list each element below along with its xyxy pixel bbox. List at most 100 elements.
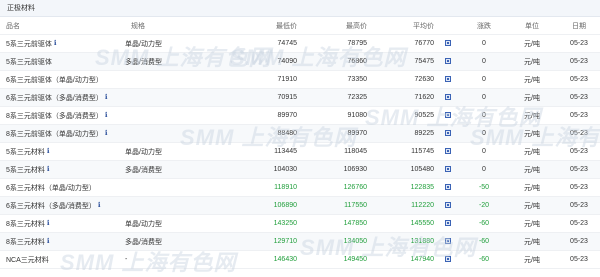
product-name-cell: 6系三元前驱体（单晶/动力型） [0, 70, 125, 89]
table-row: 6系三元材料（多晶/消费型） ℹ 106890 117550 112220 -20 元/吨 0… [0, 196, 600, 215]
chart-icon[interactable] [445, 58, 451, 65]
chart-icon[interactable] [445, 166, 451, 173]
avg-price-cell: 72630 [367, 70, 434, 89]
info-icon[interactable]: ℹ [105, 130, 110, 137]
avg-price-cell: 71620 [367, 88, 434, 107]
chart-icon[interactable] [445, 40, 451, 47]
table-row: 5系三元材料 ℹ 单晶/动力型 113445 118045 115745 0 元/吨 05-23 [0, 142, 600, 161]
info-icon[interactable]: ℹ [47, 148, 52, 155]
chart-icon[interactable] [445, 148, 451, 155]
date-cell: 05-23 [558, 88, 600, 107]
header-avg: 平均价 [367, 17, 434, 35]
low-price-cell: 143250 [235, 214, 297, 233]
chart-icon[interactable] [445, 94, 451, 101]
chart-icon[interactable] [445, 130, 451, 137]
low-price-cell: 113445 [235, 142, 297, 161]
low-price-cell: 88480 [235, 124, 297, 143]
chart-cell [434, 52, 462, 71]
table-row: 6系三元前驱体（单晶/动力型） 71910 73350 72630 0 元/吨 05-23 [0, 70, 600, 89]
high-price-cell: 89970 [297, 124, 367, 143]
section-title: 正极材料 [0, 0, 600, 17]
date-cell: 05-23 [558, 214, 600, 233]
info-icon[interactable]: ℹ [47, 220, 52, 227]
avg-price-cell: 122835 [367, 178, 434, 197]
chart-cell [434, 196, 462, 215]
chart-icon[interactable] [445, 220, 451, 227]
chart-icon[interactable] [445, 256, 451, 263]
avg-price-cell: 75475 [367, 52, 434, 71]
header-spec: 规格 [125, 17, 235, 35]
chart-icon[interactable] [445, 184, 451, 191]
spec-cell: 单晶/动力型 [125, 142, 235, 161]
header-high: 最高价 [297, 17, 367, 35]
header-low: 最低价 [235, 17, 297, 35]
date-cell: 05-23 [558, 106, 600, 125]
date-cell: 05-23 [558, 250, 600, 269]
info-icon[interactable]: ℹ [54, 40, 59, 47]
chart-cell [434, 214, 462, 233]
change-cell: -60 [462, 214, 506, 233]
spec-cell: 单晶/动力型 [125, 214, 235, 233]
low-price-cell: 89970 [235, 106, 297, 125]
change-cell: 0 [462, 160, 506, 179]
chart-cell [434, 34, 462, 53]
avg-price-cell: 131880 [367, 232, 434, 251]
change-cell: 0 [462, 34, 506, 53]
avg-price-cell: 89225 [367, 124, 434, 143]
table-row: 5系三元前驱体 多晶/消费型 74090 76860 75475 0 元/吨 05-23 [0, 52, 600, 71]
product-name-cell: NCA三元材料 [0, 250, 125, 269]
product-name: 8系三元材料 [6, 238, 45, 246]
change-cell: 0 [462, 88, 506, 107]
chart-icon[interactable] [445, 202, 451, 209]
chart-cell [434, 106, 462, 125]
info-icon[interactable]: ℹ [47, 238, 52, 245]
low-price-cell: 146430 [235, 250, 297, 269]
chart-icon[interactable] [445, 238, 451, 245]
info-icon[interactable]: ℹ [105, 94, 110, 101]
product-name: 6系三元材料（多晶/消费型） [6, 202, 96, 210]
product-name: 8系三元前驱体（单晶/动力型） [6, 130, 103, 138]
low-price-cell: 71910 [235, 70, 297, 89]
header-unit: 单位 [506, 17, 558, 35]
high-price-cell: 117550 [297, 196, 367, 215]
date-cell: 05-23 [558, 232, 600, 251]
unit-cell: 元/吨 [506, 160, 558, 179]
change-cell: -20 [462, 196, 506, 215]
product-name: NCA三元材料 [6, 256, 49, 264]
chart-cell [434, 232, 462, 251]
unit-cell: 元/吨 [506, 196, 558, 215]
change-cell: 0 [462, 70, 506, 89]
unit-cell: 元/吨 [506, 250, 558, 269]
unit-cell: 元/吨 [506, 70, 558, 89]
table-row: NCA三元材料 -146430 149450 147940 -60 元/吨 05-23 [0, 250, 600, 269]
price-table: 品名 规格 最低价 最高价 平均价 涨跌 单位 日期 5系三元前驱体 ℹ 单晶/动力… [0, 17, 600, 269]
unit-cell: 元/吨 [506, 124, 558, 143]
info-icon[interactable]: ℹ [98, 202, 103, 209]
low-price-cell: 70915 [235, 88, 297, 107]
change-cell: -60 [462, 232, 506, 251]
high-price-cell: 134050 [297, 232, 367, 251]
spec-cell: - [125, 250, 235, 269]
info-icon[interactable]: ℹ [105, 112, 110, 119]
product-name-cell: 5系三元材料 ℹ [0, 160, 125, 179]
product-name-cell: 5系三元前驱体 ℹ [0, 34, 125, 53]
high-price-cell: 126760 [297, 178, 367, 197]
chart-cell [434, 124, 462, 143]
unit-cell: 元/吨 [506, 34, 558, 53]
date-cell: 05-23 [558, 52, 600, 71]
product-name: 6系三元材料（单晶/动力型） [6, 184, 96, 192]
product-name: 5系三元材料 [6, 166, 45, 174]
chart-icon[interactable] [445, 76, 451, 83]
chart-icon[interactable] [445, 112, 451, 119]
change-cell: 0 [462, 124, 506, 143]
product-name-cell: 6系三元材料（多晶/消费型） ℹ [0, 196, 125, 215]
product-name-cell: 8系三元材料 ℹ [0, 214, 125, 233]
product-name-cell: 8系三元前驱体（单晶/动力型） ℹ [0, 124, 125, 143]
avg-price-cell: 105480 [367, 160, 434, 179]
table-row: 6系三元材料（单晶/动力型） 118910 126760 122835 -50 元/吨 05… [0, 178, 600, 197]
avg-price-cell: 115745 [367, 142, 434, 161]
unit-cell: 元/吨 [506, 52, 558, 71]
avg-price-cell: 76770 [367, 34, 434, 53]
info-icon[interactable]: ℹ [47, 166, 52, 173]
high-price-cell: 149450 [297, 250, 367, 269]
